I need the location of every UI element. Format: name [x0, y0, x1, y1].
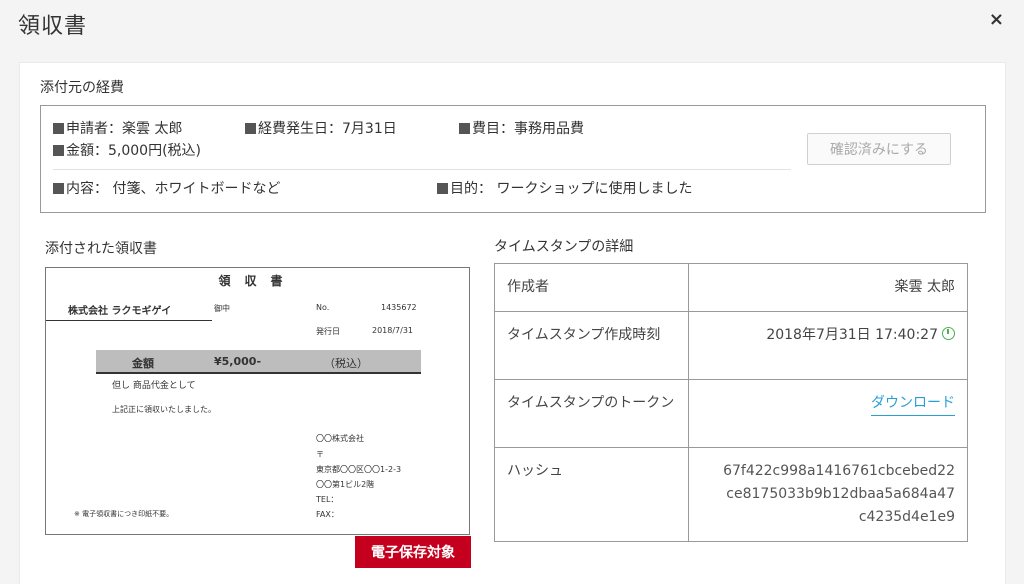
- receipt-title: 領収書: [218, 274, 297, 288]
- expense-date-text: 経費発生日：7月31日: [258, 121, 397, 137]
- receipt-received-text: 上記正に領収いたしました。: [112, 405, 216, 414]
- receipt-section-label: 添付された領収書: [45, 241, 157, 257]
- receipt-image[interactable]: 領収書 株式会社 ラクモギゲイ 御中 No. 1435672 発行日 2018/…: [45, 267, 470, 535]
- purpose-field: 目的： ワークショップに使用しました: [437, 178, 692, 198]
- receipt-note: ※ 電子領収書につき印紙不要。: [74, 510, 174, 518]
- bullet-square-icon: [53, 123, 64, 134]
- hash-line: c4235d4e1e9: [858, 509, 955, 525]
- token-cell: ダウンロード: [688, 379, 968, 448]
- receipt-issuer-line: FAX：: [316, 510, 339, 519]
- receipt-onchu: 御中: [214, 304, 230, 313]
- receipt-no-value: 1435672: [381, 303, 417, 312]
- timestamp-section-label: タイムスタンプの詳細: [494, 239, 634, 255]
- receipt-proviso: 但し 商品代金として: [112, 381, 196, 391]
- hash-line: ce8175033b9b12dbaa5a684a47: [726, 486, 955, 502]
- timestamp-time-value: 2018年7月31日 17:40:27: [766, 327, 938, 343]
- content-card: 添付元の経費 申請者：楽雲 太郎 経費発生日：7月31日 費目：事務用品費 金額…: [19, 62, 1006, 584]
- table-row: ハッシュ 67f422c998a1416761cbcebed22 ce81750…: [494, 447, 968, 542]
- content-field: 内容： 付箋、ホワイトボードなど: [53, 178, 280, 198]
- receipt-issuer-line: 〇〇株式会社: [316, 434, 364, 443]
- timestamp-table: 作成者 楽雲 太郎 タイムスタンプ作成時刻 2018年7月31日 17:40:2…: [494, 263, 968, 542]
- category-field: 費目：事務用品費: [459, 118, 584, 138]
- amount-text: 金額：5,000円(税込): [66, 143, 202, 159]
- category-text: 費目：事務用品費: [472, 121, 584, 137]
- receipt-amount-value: ¥5,000-: [214, 355, 262, 368]
- receipt-issuer-line: TEL：: [316, 495, 339, 504]
- hash-label: ハッシュ: [494, 447, 689, 542]
- bullet-square-icon: [245, 123, 256, 134]
- close-button[interactable]: ×: [989, 9, 1004, 30]
- table-row: タイムスタンプ作成時刻 2018年7月31日 17:40:27: [494, 311, 968, 380]
- receipt-company: 株式会社 ラクモギゲイ: [68, 306, 172, 317]
- creator-value: 楽雲 太郎: [688, 263, 968, 312]
- hash-value: 67f422c998a1416761cbcebed22 ce8175033b9b…: [688, 447, 968, 542]
- applicant-text: 申請者：楽雲 太郎: [66, 121, 183, 137]
- receipt-amount-bar: 金額 ¥5,000- （税込）: [96, 350, 421, 374]
- expense-section-label: 添付元の経費: [40, 80, 124, 96]
- clock-icon: [942, 327, 955, 340]
- hash-line: 67f422c998a1416761cbcebed22: [723, 463, 955, 479]
- receipt-no-label: No.: [316, 303, 330, 312]
- expense-summary: 申請者：楽雲 太郎 経費発生日：7月31日 費目：事務用品費 金額：5,000円…: [40, 105, 986, 213]
- confirm-button[interactable]: 確認済みにする: [807, 133, 951, 165]
- bullet-square-icon: [53, 145, 64, 156]
- table-row: タイムスタンプのトークン ダウンロード: [494, 379, 968, 448]
- amount-field: 金額：5,000円(税込): [53, 140, 201, 160]
- receipt-issuer-line: 〇〇第1ビル2階: [316, 480, 375, 489]
- receipt-issuer-line: 〒: [316, 450, 324, 459]
- expense-date-field: 経費発生日：7月31日: [245, 118, 397, 138]
- receipt-date-value: 2018/7/31: [372, 326, 414, 335]
- divider: [53, 169, 791, 170]
- receipt-amount-label: 金額: [132, 357, 154, 370]
- receipt-date-label: 発行日: [316, 327, 340, 336]
- applicant-field: 申請者：楽雲 太郎: [53, 118, 182, 138]
- timestamp-time-cell: 2018年7月31日 17:40:27: [688, 311, 968, 380]
- creator-label: 作成者: [494, 263, 689, 312]
- electronic-storage-badge: 電子保存対象: [355, 536, 471, 568]
- modal-title: 領収書: [18, 14, 88, 39]
- receipt-issuer-line: 東京都〇〇区〇〇1-2-3: [316, 465, 402, 474]
- table-row: 作成者 楽雲 太郎: [494, 263, 968, 312]
- download-link[interactable]: ダウンロード: [871, 395, 955, 416]
- bullet-square-icon: [459, 123, 470, 134]
- timestamp-time-label: タイムスタンプ作成時刻: [494, 311, 689, 380]
- content-text: 内容： 付箋、ホワイトボードなど: [66, 181, 281, 197]
- purpose-text: 目的： ワークショップに使用しました: [450, 181, 693, 197]
- receipt-amount-tax: （税込）: [324, 357, 368, 370]
- divider: [46, 320, 212, 321]
- token-label: タイムスタンプのトークン: [494, 379, 689, 448]
- bullet-square-icon: [437, 183, 448, 194]
- bullet-square-icon: [53, 183, 64, 194]
